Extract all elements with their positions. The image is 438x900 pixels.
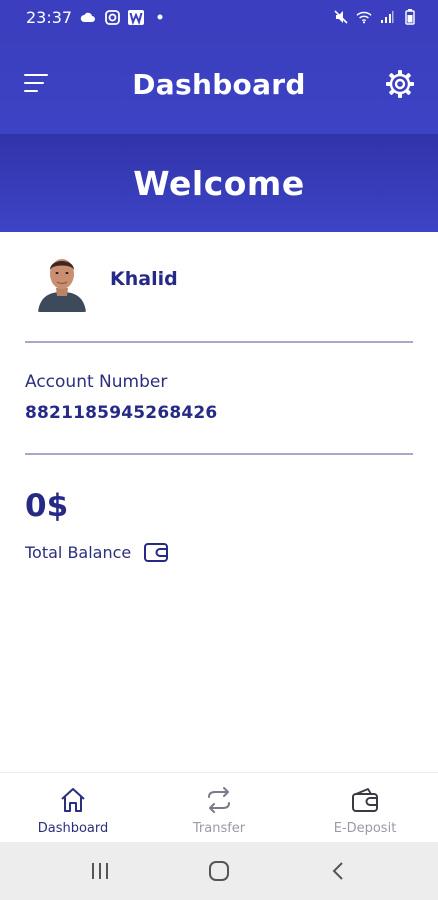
nav-label-e-deposit: E-Deposit	[333, 821, 397, 836]
app-bar: Dashboard	[0, 34, 438, 134]
wallet-icon	[348, 783, 382, 817]
nav-label-dashboard: Dashboard	[37, 821, 109, 836]
dot-icon	[152, 9, 168, 25]
cloud-icon	[80, 9, 96, 25]
system-navigation-bar	[0, 842, 438, 900]
battery-icon	[402, 9, 418, 25]
nav-item-e-deposit[interactable]: E-Deposit	[292, 773, 438, 842]
dashboard-screen: 23:37 Dashboard Welcome Khalid Account N…	[0, 0, 438, 900]
status-time: 23:37	[26, 7, 73, 27]
profile-section: Khalid	[36, 246, 178, 312]
home-icon	[56, 783, 90, 817]
account-number-value: 8821185945268426	[25, 403, 218, 423]
welcome-text: Welcome	[133, 163, 305, 203]
nav-item-transfer[interactable]: Transfer	[146, 773, 292, 842]
divider	[25, 341, 413, 343]
signal-icon	[379, 9, 395, 25]
wifi-icon	[356, 9, 372, 25]
w-app-icon	[128, 9, 145, 25]
balance-label-row: Total Balance	[25, 541, 169, 563]
nav-item-dashboard[interactable]: Dashboard	[0, 773, 146, 842]
status-bar: 23:37	[0, 0, 438, 34]
wallet-icon	[143, 541, 169, 563]
status-right	[333, 9, 418, 25]
instagram-icon	[104, 9, 120, 25]
transfer-icon	[202, 783, 236, 817]
avatar	[36, 246, 88, 312]
total-balance-label: Total Balance	[25, 542, 132, 562]
account-number-label: Account Number	[25, 372, 168, 392]
status-left: 23:37	[26, 8, 168, 27]
home-circle-icon[interactable]	[199, 851, 239, 891]
profile-name: Khalid	[110, 268, 178, 290]
welcome-banner: Welcome	[0, 134, 438, 232]
balance-amount: 0$	[25, 488, 69, 524]
recents-icon[interactable]	[80, 851, 120, 891]
page-title: Dashboard	[132, 68, 306, 101]
nav-label-transfer: Transfer	[192, 821, 246, 836]
back-icon[interactable]	[318, 851, 358, 891]
divider	[25, 453, 413, 455]
mute-icon	[333, 9, 349, 25]
gear-icon[interactable]	[384, 68, 416, 100]
bottom-navigation: Dashboard Transfer E-Deposit	[0, 772, 438, 842]
